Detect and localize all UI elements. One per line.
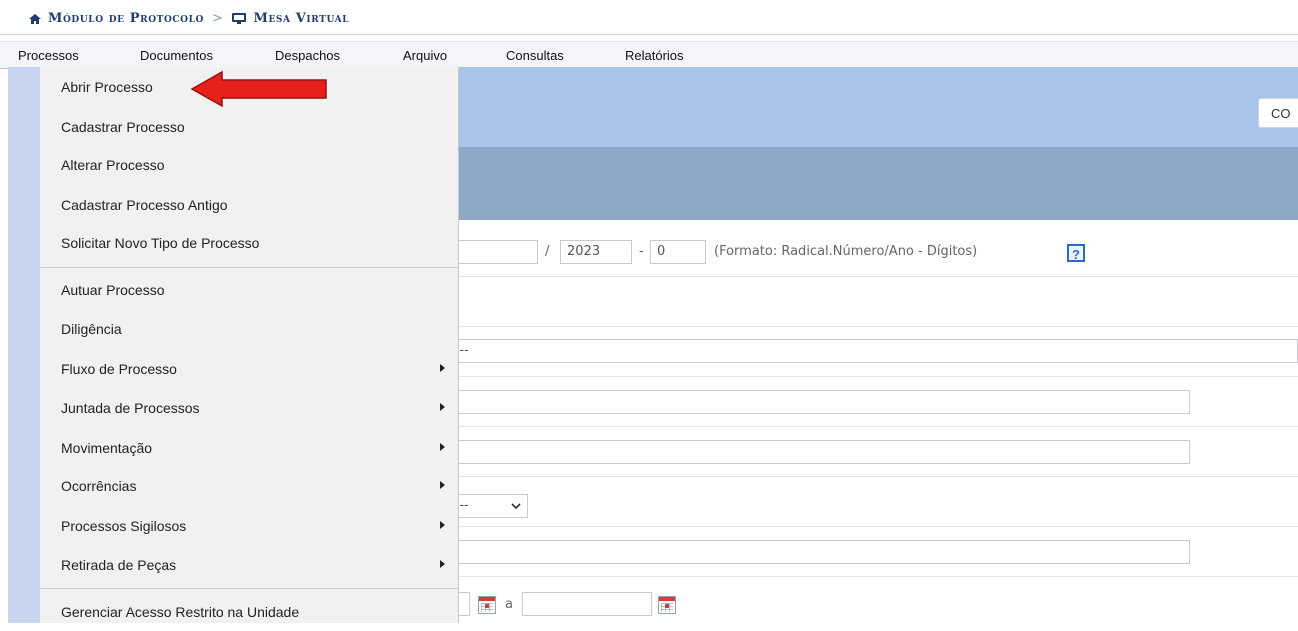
- section-band: [458, 147, 1298, 220]
- monitor-icon: [232, 13, 247, 24]
- submenu-arrow-icon: [440, 481, 445, 489]
- row-divider: [458, 576, 1298, 577]
- menu-item-cadastrar-processo-antigo[interactable]: Cadastrar Processo Antigo: [40, 186, 458, 224]
- dropdown-icon-column: [8, 67, 41, 623]
- menu-item-solicitar-novo-tipo[interactable]: Solicitar Novo Tipo de Processo: [40, 224, 458, 262]
- breadcrumb-separator: >: [211, 11, 224, 26]
- menu-consultas[interactable]: Consultas: [506, 48, 564, 63]
- breadcrumb-module[interactable]: Módulo de Protocolo: [48, 11, 204, 26]
- menu-separator: [40, 267, 458, 268]
- submenu-arrow-icon: [440, 403, 445, 411]
- select-field[interactable]: E --: [440, 339, 1298, 363]
- calendar-icon[interactable]: [658, 596, 676, 614]
- menu-documentos[interactable]: Documentos: [140, 48, 213, 63]
- calendar-icon[interactable]: [478, 596, 496, 614]
- row-divider: [458, 526, 1298, 527]
- processos-dropdown-menu: Abrir Processo Cadastrar Processo Altera…: [40, 67, 459, 623]
- chevron-down-icon: [511, 503, 521, 510]
- digit-input[interactable]: 0: [650, 240, 706, 264]
- red-arrow-annotation-icon: [190, 70, 327, 108]
- text-field[interactable]: [440, 390, 1190, 414]
- breadcrumb: Módulo de Protocolo > Mesa Virtual: [0, 0, 1298, 35]
- menu-bar: Processos Documentos Despachos Arquivo C…: [0, 41, 1298, 69]
- range-separator: a: [505, 597, 513, 612]
- menu-item-diligencia[interactable]: Diligência: [40, 310, 458, 348]
- menu-item-fluxo-de-processo[interactable]: Fluxo de Processo: [40, 350, 458, 388]
- menu-item-juntada-de-processos[interactable]: Juntada de Processos: [40, 389, 458, 427]
- row-divider: [458, 276, 1298, 277]
- submenu-arrow-icon: [440, 364, 445, 372]
- menu-item-retirada-de-pecas[interactable]: Retirada de Peças: [40, 546, 458, 584]
- submenu-arrow-icon: [440, 443, 445, 451]
- row-divider: [458, 376, 1298, 377]
- help-icon[interactable]: ?: [1067, 244, 1085, 262]
- breadcrumb-page[interactable]: Mesa Virtual: [253, 11, 349, 26]
- row-divider: [458, 326, 1298, 327]
- text-field[interactable]: [440, 540, 1190, 564]
- header-band: [458, 67, 1298, 147]
- menu-separator: [40, 588, 458, 589]
- menu-processos[interactable]: Processos: [18, 48, 79, 63]
- menu-item-autuar-processo[interactable]: Autuar Processo: [40, 271, 458, 309]
- menu-item-processos-sigilosos[interactable]: Processos Sigilosos: [40, 507, 458, 545]
- dash-label: -: [639, 244, 644, 259]
- menu-despachos[interactable]: Despachos: [275, 48, 340, 63]
- menu-item-gerenciar-acesso-restrito[interactable]: Gerenciar Acesso Restrito na Unidade: [40, 593, 458, 631]
- date-end-input[interactable]: [522, 592, 652, 616]
- menu-item-cadastrar-processo[interactable]: Cadastrar Processo: [40, 108, 458, 146]
- menu-item-ocorrencias[interactable]: Ocorrências: [40, 467, 458, 505]
- menu-item-alterar-processo[interactable]: Alterar Processo: [40, 146, 458, 184]
- menu-arquivo[interactable]: Arquivo: [403, 48, 447, 63]
- text-field[interactable]: [440, 440, 1190, 464]
- row-divider: [458, 476, 1298, 477]
- menu-item-movimentacao[interactable]: Movimentação: [40, 429, 458, 467]
- slash-label: /: [545, 244, 550, 259]
- home-icon[interactable]: [28, 13, 42, 25]
- format-hint: (Formato: Radical.Número/Ano - Dígitos): [714, 244, 978, 259]
- row-divider: [458, 426, 1298, 427]
- year-input[interactable]: 2023: [560, 240, 632, 264]
- submenu-arrow-icon: [440, 560, 445, 568]
- submenu-arrow-icon: [440, 521, 445, 529]
- menu-relatorios[interactable]: Relatórios: [625, 48, 684, 63]
- co-button[interactable]: CO: [1258, 98, 1298, 128]
